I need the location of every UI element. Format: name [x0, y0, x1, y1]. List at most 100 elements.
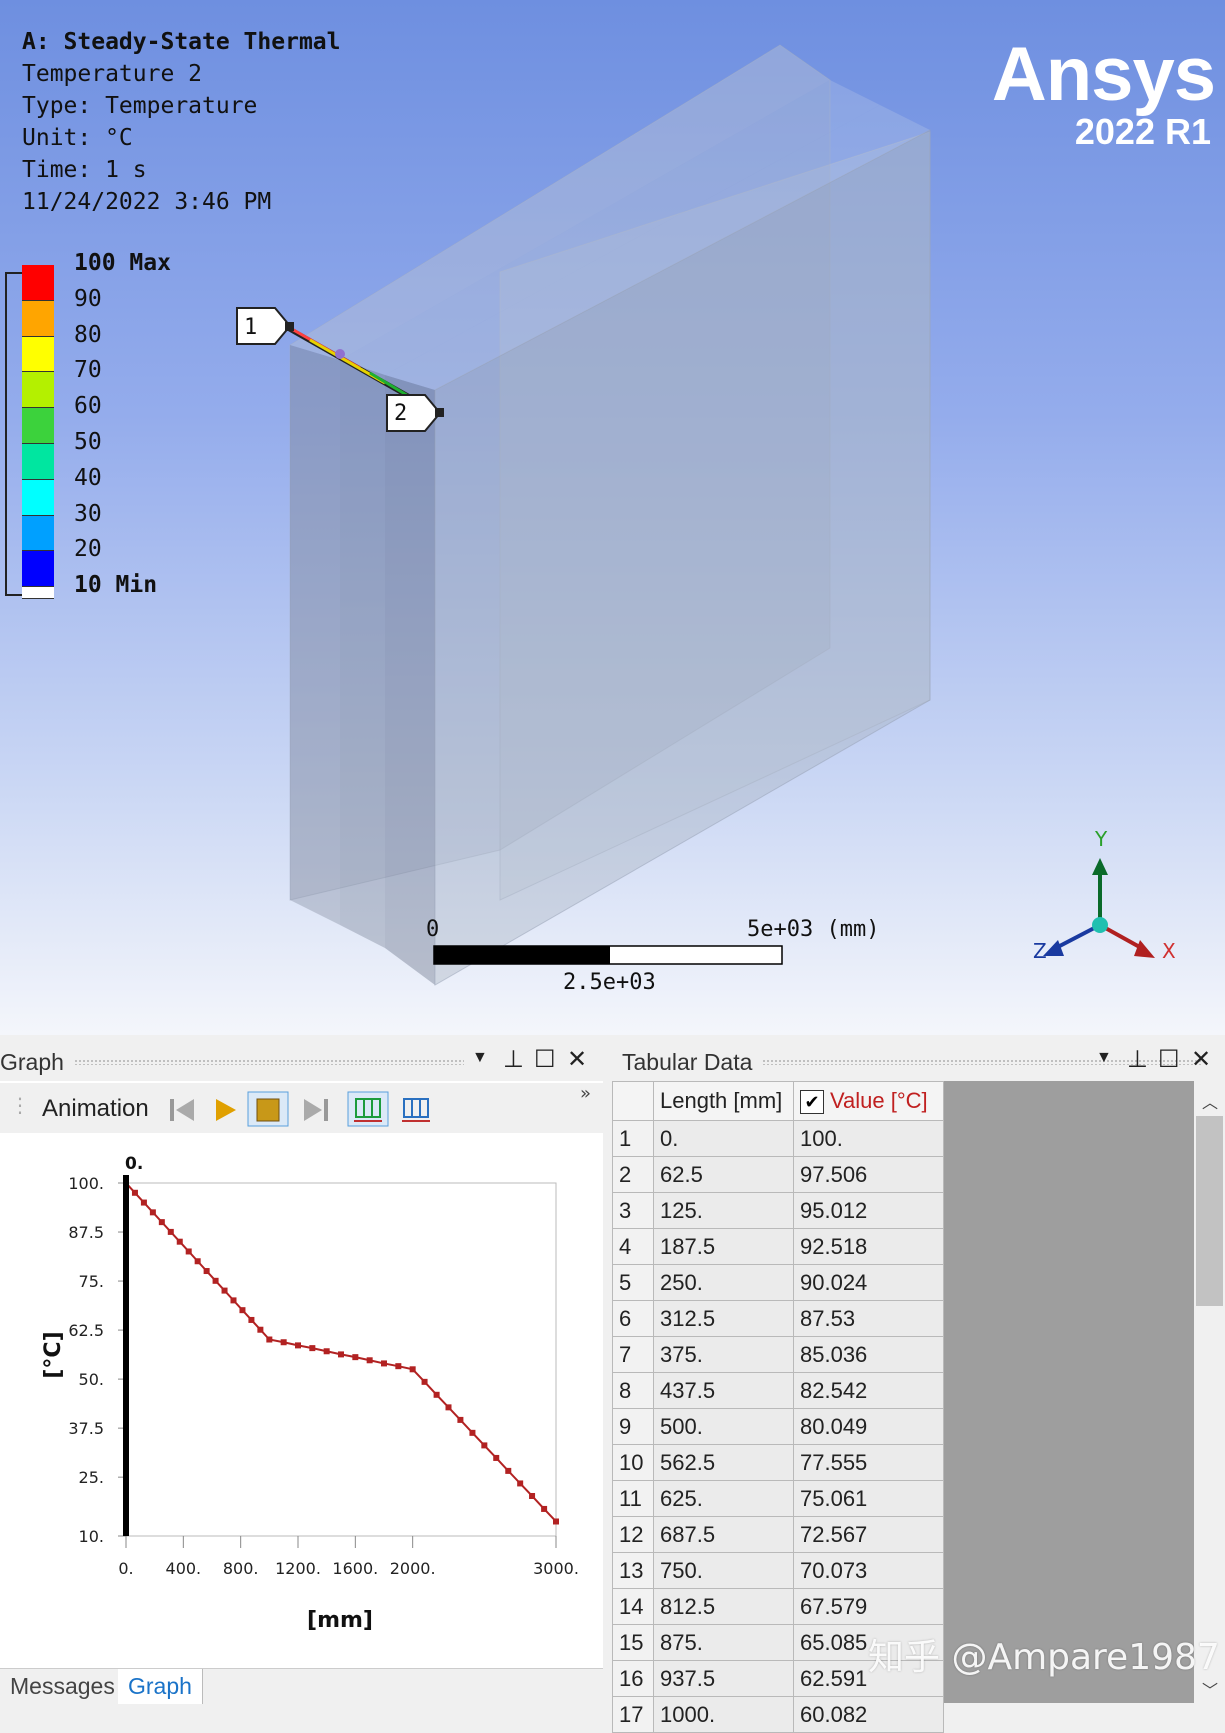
data-point	[505, 1467, 512, 1474]
length-cell[interactable]: 312.5	[653, 1300, 794, 1337]
length-cell[interactable]: 562.5	[653, 1444, 794, 1481]
scrollbar-thumb[interactable]	[1196, 1116, 1223, 1306]
value-cell[interactable]: 85.036	[793, 1336, 944, 1373]
temperature-chart[interactable]: 100. 87.5 75. 62.5 50. 37.5 25. 10. 0. 400. 800. 1…	[0, 1135, 603, 1665]
grip-icon[interactable]: ⋮	[10, 1093, 30, 1117]
table-row[interactable]: 12 687.5 72.567	[612, 1516, 944, 1553]
length-cell[interactable]: 125.	[653, 1192, 794, 1229]
row-index-cell[interactable]: 7	[612, 1336, 654, 1373]
row-index-cell[interactable]: 4	[612, 1228, 654, 1265]
row-index-cell[interactable]: 10	[612, 1444, 654, 1481]
table-row[interactable]: 8 437.5 82.542	[612, 1372, 944, 1409]
column-visible-checkbox[interactable]: ✔	[800, 1090, 824, 1115]
value-cell[interactable]: 92.518	[793, 1228, 944, 1265]
length-cell[interactable]: 937.5	[653, 1660, 794, 1697]
length-cell[interactable]: 62.5	[653, 1156, 794, 1193]
row-index-cell[interactable]: 16	[612, 1660, 654, 1697]
length-cell[interactable]: 812.5	[653, 1588, 794, 1625]
scale-right: 5e+03 (mm)	[747, 917, 880, 942]
table-row[interactable]: 17 1000. 60.082	[612, 1696, 944, 1733]
value-cell[interactable]: 80.049	[793, 1408, 944, 1445]
maximize-icon[interactable]: ☐	[534, 1045, 556, 1074]
value-cell[interactable]: 70.073	[793, 1552, 944, 1589]
scroll-up-icon[interactable]: ︿	[1202, 1089, 1218, 1113]
table-row[interactable]: 7 375. 85.036	[612, 1336, 944, 1373]
length-cell[interactable]: 687.5	[653, 1516, 794, 1553]
table-row[interactable]: 4 187.5 92.518	[612, 1228, 944, 1265]
row-index-cell[interactable]: 15	[612, 1624, 654, 1661]
table-row[interactable]: 1 0. 100.	[612, 1120, 944, 1157]
length-cell[interactable]: 750.	[653, 1552, 794, 1589]
value-cell[interactable]: 97.506	[793, 1156, 944, 1193]
plot-area	[125, 1182, 557, 1537]
row-index-cell[interactable]: 2	[612, 1156, 654, 1193]
value-cell[interactable]: 60.082	[793, 1696, 944, 1733]
triad-x-label: X	[1162, 939, 1176, 963]
length-cell[interactable]: 375.	[653, 1336, 794, 1373]
table-row[interactable]: 10 562.5 77.555	[612, 1444, 944, 1481]
value-cell[interactable]: 77.555	[793, 1444, 944, 1481]
data-point	[338, 1351, 344, 1358]
row-index-cell[interactable]: 5	[612, 1264, 654, 1301]
table-row[interactable]: 5 250. 90.024	[612, 1264, 944, 1301]
row-index-cell[interactable]: 14	[612, 1588, 654, 1625]
value-cell[interactable]: 95.012	[793, 1192, 944, 1229]
value-cell[interactable]: 75.061	[793, 1480, 944, 1517]
watermark: 知乎 @Ampare1987	[868, 1637, 1220, 1678]
row-index-cell[interactable]: 13	[612, 1552, 654, 1589]
row-index-cell[interactable]: 8	[612, 1372, 654, 1409]
table-row[interactable]: 14 812.5 67.579	[612, 1588, 944, 1625]
table-row[interactable]: 13 750. 70.073	[612, 1552, 944, 1589]
pin-icon[interactable]: ⊥	[503, 1045, 524, 1074]
maximize-icon[interactable]: ☐	[1158, 1045, 1180, 1074]
length-cell[interactable]: 875.	[653, 1624, 794, 1661]
table-row[interactable]: 2 62.5 97.506	[612, 1156, 944, 1193]
x-tick-label: 1200.	[275, 1559, 321, 1578]
length-cell[interactable]: 1000.	[653, 1696, 794, 1733]
close-icon[interactable]: ✕	[567, 1045, 587, 1074]
column-header-value[interactable]: ✔ Value [°C]	[793, 1081, 944, 1121]
data-point	[541, 1505, 548, 1512]
tab-messages[interactable]: Messages	[0, 1669, 126, 1704]
dropdown-icon[interactable]: ▼	[1096, 1049, 1112, 1067]
x-tick-label: 1600.	[332, 1559, 378, 1578]
value-cell[interactable]: 72.567	[793, 1516, 944, 1553]
dropdown-icon[interactable]: ▼	[472, 1049, 488, 1067]
row-index-cell[interactable]: 3	[612, 1192, 654, 1229]
length-cell[interactable]: 250.	[653, 1264, 794, 1301]
row-index-cell[interactable]: 9	[612, 1408, 654, 1445]
length-cell[interactable]: 500.	[653, 1408, 794, 1445]
graphics-viewport[interactable]: A: Steady-State Thermal Temperature 2 Ty…	[0, 0, 1225, 1035]
data-point	[529, 1492, 536, 1499]
overflow-chevron-icon[interactable]: »	[580, 1083, 591, 1104]
length-cell[interactable]: 187.5	[653, 1228, 794, 1265]
data-point	[421, 1378, 428, 1385]
value-cell[interactable]: 82.542	[793, 1372, 944, 1409]
length-cell[interactable]: 437.5	[653, 1372, 794, 1409]
y-tick-label: 10.	[79, 1527, 104, 1546]
table-row[interactable]: 6 312.5 87.53	[612, 1300, 944, 1337]
close-icon[interactable]: ✕	[1191, 1045, 1211, 1074]
length-cell[interactable]: 625.	[653, 1480, 794, 1517]
scroll-down-icon[interactable]: ﹀	[1202, 1677, 1218, 1701]
tab-graph[interactable]: Graph	[118, 1669, 203, 1704]
x-tick-label: 800.	[223, 1559, 259, 1578]
value-cell[interactable]: 100.	[793, 1120, 944, 1157]
pin-icon[interactable]: ⊥	[1127, 1045, 1148, 1074]
row-index-cell[interactable]: 6	[612, 1300, 654, 1337]
column-header-length[interactable]: Length [mm]	[653, 1081, 794, 1121]
value-cell[interactable]: 87.53	[793, 1300, 944, 1337]
length-cell[interactable]: 0.	[653, 1120, 794, 1157]
row-index-cell[interactable]: 11	[612, 1480, 654, 1517]
row-index-cell[interactable]: 12	[612, 1516, 654, 1553]
value-cell[interactable]: 67.579	[793, 1588, 944, 1625]
row-index-cell[interactable]: 1	[612, 1120, 654, 1157]
row-index-cell[interactable]: 17	[612, 1696, 654, 1733]
table-row[interactable]: 3 125. 95.012	[612, 1192, 944, 1229]
table-row[interactable]: 9 500. 80.049	[612, 1408, 944, 1445]
tabular-data-panel: Length [mm] ✔ Value [°C] 1 0. 100. 2 62.5 97.5…	[612, 1081, 1225, 1733]
value-cell[interactable]: 90.024	[793, 1264, 944, 1301]
table-row[interactable]: 11 625. 75.061	[612, 1480, 944, 1517]
table-panel-title: Tabular Data	[622, 1049, 753, 1075]
table-scrollbar[interactable]: ︿ ﹀	[1194, 1081, 1225, 1703]
